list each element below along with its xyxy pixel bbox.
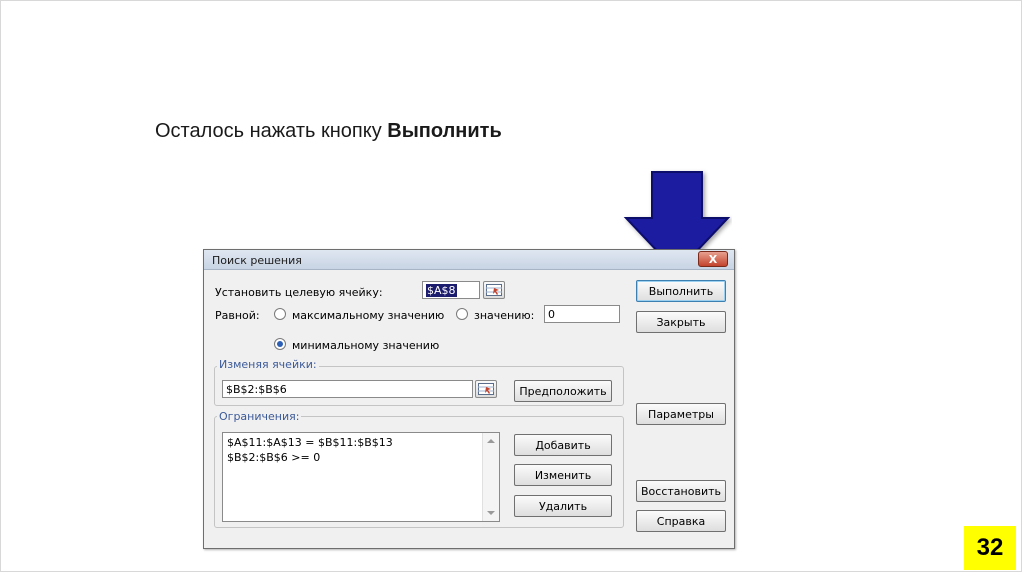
scroll-down-icon[interactable] [487,511,495,515]
radio-max[interactable] [274,308,286,320]
dialog-titlebar[interactable]: Поиск решения X [204,250,734,270]
slide-caption: Осталось нажать кнопку Выполнить [155,120,502,143]
guess-button[interactable]: Предположить [514,380,612,402]
caption-bold-text: Выполнить [387,120,502,142]
options-button[interactable]: Параметры [636,403,726,425]
reset-button[interactable]: Восстановить [636,480,726,502]
close-icon[interactable]: X [698,251,728,267]
radio-max-label: максимальному значению [292,309,445,322]
solver-dialog: Поиск решения X Установить целевую ячейк… [203,249,735,549]
radio-value-label: значению: [474,309,535,322]
radio-value[interactable] [456,308,468,320]
dialog-title: Поиск решения [212,254,302,267]
equal-to-label: Равной: [215,309,260,322]
list-item[interactable]: $A$11:$A$13 = $B$11:$B$13 [227,436,393,449]
scroll-up-icon[interactable] [487,439,495,443]
add-button[interactable]: Добавить [514,434,612,456]
changing-cells-input[interactable]: $B$2:$B$6 [222,380,473,398]
delete-button[interactable]: Удалить [514,495,612,517]
radio-min-label: минимальному значению [292,339,440,352]
help-button[interactable]: Справка [636,510,726,532]
value-input[interactable]: 0 [544,305,620,323]
radio-min[interactable] [274,338,286,350]
list-item[interactable]: $B$2:$B$6 >= 0 [227,451,320,464]
constraints-title: Ограничения: [217,410,302,423]
target-cell-ref-button[interactable] [483,281,505,299]
range-select-icon [478,383,494,395]
target-cell-input[interactable]: $A$8 [422,281,480,299]
changing-cells-ref-button[interactable] [475,380,497,398]
constraints-scrollbar[interactable] [482,433,499,521]
target-cell-label: Установить целевую ячейку: [215,286,383,299]
constraints-list[interactable]: $A$11:$A$13 = $B$11:$B$13 $B$2:$B$6 >= 0 [222,432,500,522]
run-button[interactable]: Выполнить [636,280,726,302]
close-button[interactable]: Закрыть [636,311,726,333]
target-cell-value: $A$8 [426,284,457,297]
changing-cells-value: $B$2:$B$6 [226,383,287,396]
range-select-icon [486,284,502,296]
caption-text: Осталось нажать кнопку [155,120,388,142]
change-button[interactable]: Изменить [514,464,612,486]
page-number-badge: 32 [964,526,1016,570]
value-field-text: 0 [548,308,555,321]
changing-cells-title: Изменяя ячейки: [217,358,319,371]
